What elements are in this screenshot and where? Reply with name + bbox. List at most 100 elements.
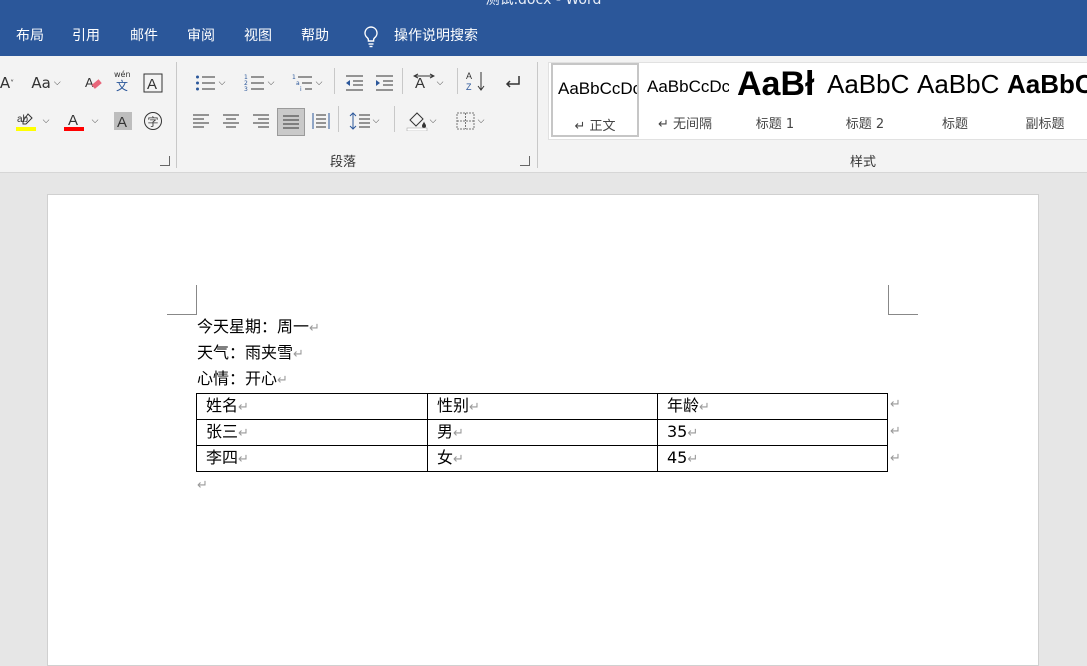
table-cell[interactable]: 女↵ [427, 445, 658, 472]
style-name: ↵ 正文 [574, 119, 616, 134]
shrink-font-icon[interactable]: A ˅ [0, 72, 14, 94]
table-cell[interactable]: 张三↵ [196, 419, 428, 446]
numbering-button[interactable]: 123 ⌵ [239, 72, 279, 94]
divider [338, 106, 339, 132]
style-name: 标题 2 [845, 117, 885, 132]
margin-corner-mark [167, 285, 197, 315]
cell-mark: ↵ [453, 451, 464, 467]
row-end-mark: ↵ [890, 397, 901, 412]
line-text: 心情：开心 [197, 369, 278, 388]
menu-tab-layout[interactable]: 布局 [16, 27, 44, 45]
svg-text:A: A [147, 76, 157, 93]
svg-text:文: 文 [116, 78, 128, 93]
font-color-icon[interactable]: A [62, 110, 86, 132]
table-cell[interactable]: 年龄↵ [657, 393, 888, 420]
style-name: ↵ 无间隔 [657, 117, 713, 132]
paragraph-dialog-launcher-icon[interactable] [520, 156, 530, 166]
chevron-down-icon: ⌵ [372, 116, 380, 126]
menu-tab-mailings[interactable]: 邮件 [130, 27, 158, 45]
table-cell[interactable]: 45↵ [657, 445, 888, 472]
divider [457, 68, 458, 94]
line-spacing-button[interactable]: ⌵ [344, 110, 384, 132]
chevron-down-icon: ⌵ [218, 78, 226, 88]
cell-mark: ↵ [238, 399, 249, 415]
text-direction-button[interactable]: A ⌵ [408, 72, 448, 94]
enclose-characters-icon[interactable]: 字 [142, 110, 164, 132]
style-name: 标题 1 [755, 117, 795, 132]
increase-indent-icon[interactable] [372, 72, 396, 94]
title-bar: 测试.docx - Word 布局 引用 邮件 审阅 视图 帮助 操作说明搜索 [0, 0, 1087, 56]
character-border-icon[interactable]: A [142, 72, 164, 94]
style-no-spacing[interactable]: AaBbCcDc ↵ 无间隔 [641, 63, 729, 137]
menu-tab-review[interactable]: 审阅 [187, 27, 215, 45]
table-cell[interactable]: 男↵ [427, 419, 658, 446]
style-sample: AaBbC [1007, 69, 1087, 99]
tell-me-search[interactable]: 操作说明搜索 [394, 27, 478, 45]
empty-paragraph-mark[interactable]: ↵ [197, 478, 208, 493]
table-cell[interactable]: 姓名↵ [196, 393, 428, 420]
divider [394, 106, 395, 132]
paragraph-mark: ↵ [293, 347, 304, 362]
style-sample: AaBbC [917, 69, 999, 99]
line-text: 天气：雨夹雪 [197, 343, 294, 362]
distributed-icon[interactable] [310, 110, 332, 132]
text-highlight-icon[interactable]: ab [13, 110, 37, 132]
chevron-down-icon: ⌵ [267, 78, 275, 88]
cell-text: 年龄 [667, 395, 700, 415]
paragraph-mark: ↵ [277, 373, 288, 388]
bullets-button[interactable]: ⌵ [190, 72, 230, 94]
decrease-indent-icon[interactable] [342, 72, 366, 94]
styles-gallery: AaBbCcDc ↵ 正文 AaBbCcDc ↵ 无间隔 AaBł 标题 1 A… [548, 62, 1087, 140]
style-name: 标题 [941, 117, 968, 132]
table-cell[interactable]: 李四↵ [196, 445, 428, 472]
change-case-button[interactable]: Aa ⌵ [28, 72, 64, 94]
table-cell[interactable]: 性别↵ [427, 393, 658, 420]
paragraph-mark: ↵ [309, 321, 320, 336]
svg-text:3: 3 [244, 86, 248, 92]
divider [334, 68, 335, 94]
document-page[interactable]: 今天星期：周一↵ 天气：雨夹雪↵ 心情：开心↵ 姓名↵ 性别↵ 年龄↵ 张三↵ … [47, 194, 1039, 666]
font-dialog-launcher-icon[interactable] [160, 156, 170, 166]
chevron-down-icon[interactable]: ⌵ [89, 110, 101, 132]
ribbon: A ˅ Aa ⌵ A wén 文 A ab ⌵ A ⌵ A 字 ⌵ 123 ⌵ 1a… [0, 56, 1087, 173]
style-normal[interactable]: AaBbCcDc ↵ 正文 [551, 63, 639, 137]
cell-text: 性别 [437, 395, 470, 415]
justify-icon[interactable] [277, 108, 305, 136]
shading-button[interactable]: ⌵ [401, 110, 441, 132]
sort-icon[interactable]: AZ [464, 70, 488, 92]
group-separator [176, 62, 177, 168]
menu-tab-references[interactable]: 引用 [72, 27, 100, 45]
lightbulb-icon[interactable] [362, 25, 380, 49]
style-heading-2[interactable]: AaBbC 标题 2 [821, 63, 909, 137]
phonetic-guide-icon[interactable]: wén 文 [112, 69, 134, 93]
table-cell[interactable]: 35↵ [657, 419, 888, 446]
chevron-down-icon[interactable]: ⌵ [40, 110, 52, 132]
styles-group-label: 样式 [850, 155, 877, 170]
text-line-weekday[interactable]: 今天星期：周一↵ [197, 317, 320, 339]
align-right-icon[interactable] [250, 110, 272, 132]
svg-text:A: A [466, 71, 472, 81]
show-formatting-marks-icon[interactable] [500, 72, 524, 94]
borders-button[interactable]: ⌵ [450, 110, 490, 132]
clear-formatting-icon[interactable]: A [82, 72, 104, 94]
svg-text:i: i [300, 86, 302, 92]
cell-mark: ↵ [238, 451, 249, 467]
text-line-weather[interactable]: 天气：雨夹雪↵ [197, 343, 304, 365]
style-heading-1[interactable]: AaBł 标题 1 [731, 63, 819, 137]
align-center-icon[interactable] [220, 110, 242, 132]
style-sample: AaBbCcDc [647, 77, 729, 96]
chevron-down-icon: ⌵ [315, 78, 323, 88]
align-left-icon[interactable] [190, 110, 212, 132]
cell-mark: ↵ [453, 425, 464, 441]
style-subtitle[interactable]: AaBbC 副标题 [1001, 63, 1087, 137]
chevron-down-icon: ⌵ [53, 78, 61, 88]
menu-tab-help[interactable]: 帮助 [301, 27, 329, 45]
cell-mark: ↵ [238, 425, 249, 441]
table-row: 李四↵ 女↵ 45↵ [196, 445, 888, 472]
character-shading-icon[interactable]: A [112, 110, 134, 132]
menu-tab-view[interactable]: 视图 [244, 27, 272, 45]
table-row: 张三↵ 男↵ 35↵ [196, 419, 888, 446]
style-title[interactable]: AaBbC 标题 [911, 63, 999, 137]
multilevel-list-button[interactable]: 1ai ⌵ [287, 72, 327, 94]
text-line-mood[interactable]: 心情：开心↵ [197, 369, 288, 391]
